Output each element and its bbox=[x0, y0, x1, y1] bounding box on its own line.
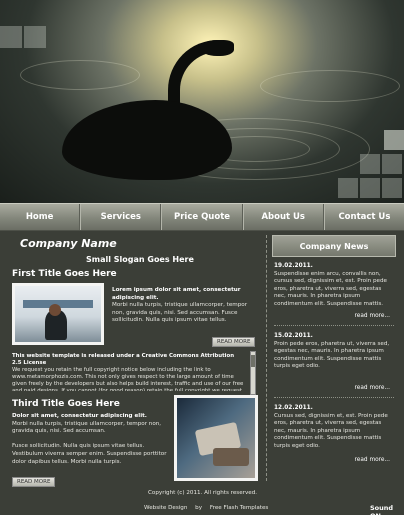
company-name: Company Name bbox=[20, 237, 117, 250]
first-title: First Title Goes Here bbox=[12, 269, 117, 279]
nav-contact-us[interactable]: Contact Us bbox=[323, 204, 404, 230]
column-divider bbox=[266, 235, 267, 481]
photo-head bbox=[49, 304, 61, 316]
news-read-more-link[interactable]: read more... bbox=[355, 385, 390, 391]
website-design-link[interactable]: Website Design bbox=[144, 505, 187, 511]
left-column: Company Name Small Slogan Goes Here Firs… bbox=[8, 235, 262, 487]
news-text: Suspendisse enim arcu, convallis non, cu… bbox=[274, 271, 387, 307]
hero-banner bbox=[0, 0, 404, 203]
news-heading: Company News bbox=[272, 235, 396, 257]
swan-silhouette bbox=[62, 100, 232, 180]
third-read-more-button[interactable]: READ MORE bbox=[12, 477, 56, 487]
nav-home[interactable]: Home bbox=[0, 204, 81, 230]
deco-tile bbox=[360, 154, 380, 174]
deco-tile bbox=[382, 154, 402, 174]
deco-tile bbox=[0, 26, 22, 48]
free-flash-templates-link[interactable]: Free Flash Templates bbox=[210, 505, 269, 511]
news-read-more-link[interactable]: read more... bbox=[355, 457, 390, 463]
deco-tile bbox=[360, 178, 380, 198]
license-body: We request you retain the full copyright… bbox=[12, 367, 244, 391]
company-slogan: Small Slogan Goes Here bbox=[86, 255, 194, 264]
third-lead: Dolor sit amet, consectetur adipiscing e… bbox=[12, 413, 147, 419]
note-scrollbar[interactable] bbox=[250, 351, 256, 395]
third-title: Third Title Goes Here bbox=[12, 399, 120, 409]
first-text: Lorem ipsum dolor sit amet, consectetur … bbox=[112, 287, 250, 325]
first-read-more-button[interactable]: READ MORE bbox=[212, 337, 256, 347]
first-body: Morbi nulla turpis, tristique ullamcorpe… bbox=[112, 302, 248, 324]
photo-hand bbox=[213, 448, 249, 466]
news-date: 12.02.2011. bbox=[274, 405, 313, 411]
deco-tile bbox=[384, 130, 404, 150]
main-nav: Home Services Price Quote About Us Conta… bbox=[0, 203, 404, 231]
first-lead: Lorem ipsum dolor sit amet, consectetur … bbox=[112, 287, 241, 301]
news-separator bbox=[274, 325, 394, 326]
third-body-2: Fusce sollicitudin. Nulla quis ipsum vit… bbox=[12, 443, 167, 465]
footer: Copyright (c) 2011. All rights reserved.… bbox=[0, 487, 404, 515]
water-ripple bbox=[20, 60, 140, 90]
news-date: 19.02.2011. bbox=[274, 263, 313, 269]
third-text: Dolor sit amet, consectetur adipiscing e… bbox=[12, 413, 170, 466]
deco-tile bbox=[338, 178, 358, 198]
news-column: Company News 19.02.2011. Suspendisse eni… bbox=[272, 235, 396, 487]
by-label: by bbox=[195, 505, 203, 511]
nav-services[interactable]: Services bbox=[80, 204, 162, 230]
news-read-more-link[interactable]: read more... bbox=[355, 313, 390, 319]
deco-tile bbox=[382, 178, 402, 198]
news-text: Proin pede eros, pharetra ut, viverra se… bbox=[274, 341, 390, 370]
news-date: 15.02.2011. bbox=[274, 333, 313, 339]
license-note: This website template is released under … bbox=[12, 353, 244, 391]
copyright: Copyright (c) 2011. All rights reserved. bbox=[148, 490, 258, 496]
main-content: Company Name Small Slogan Goes Here Firs… bbox=[0, 231, 404, 487]
scrollbar-thumb[interactable] bbox=[251, 355, 255, 367]
nav-about-us[interactable]: About Us bbox=[242, 204, 324, 230]
news-text: Cursus sed, dignissim et, est. Proin ped… bbox=[274, 413, 388, 449]
third-body-1: Morbi nulla turpis, tristique ullamcorpe… bbox=[12, 420, 162, 435]
third-photo bbox=[174, 395, 258, 481]
license-headline: This website template is released under … bbox=[12, 353, 235, 366]
footer-credits: Website Design by Free Flash Templates bbox=[144, 505, 274, 511]
deco-tile bbox=[24, 26, 46, 48]
first-photo bbox=[12, 283, 104, 345]
swan-head bbox=[200, 40, 234, 56]
news-separator bbox=[274, 397, 394, 398]
sound-toggle[interactable]: Sound ON bbox=[370, 504, 404, 515]
nav-price-quote[interactable]: Price Quote bbox=[161, 204, 243, 230]
water-ripple bbox=[260, 70, 400, 102]
